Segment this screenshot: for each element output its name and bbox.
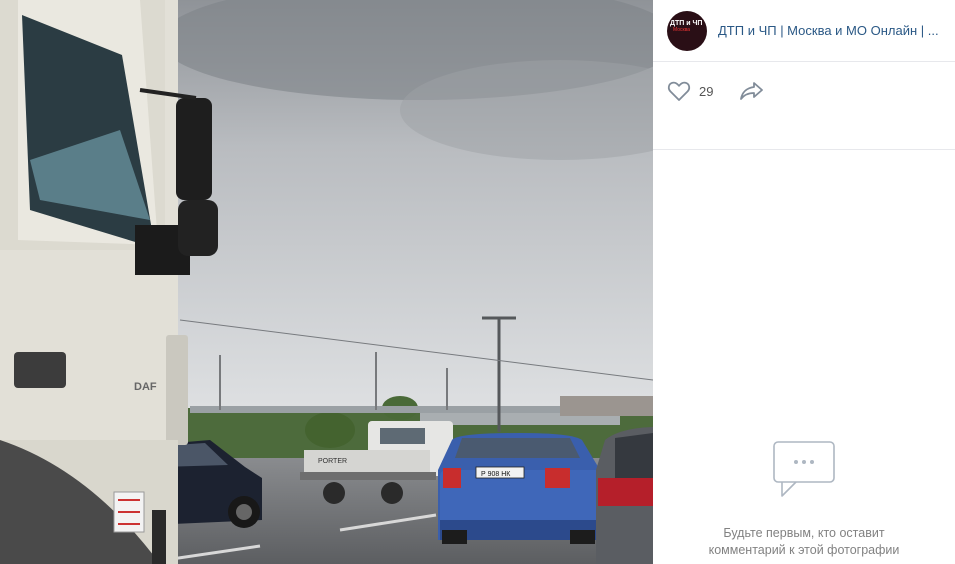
empty-comments-line2: комментарий к этой фотографии xyxy=(708,543,900,557)
empty-comments: Будьте первым, кто оставит комментарий к… xyxy=(653,440,955,559)
heart-icon xyxy=(667,81,691,101)
post-sidebar: ДТП и ЧП Москва ДТП и ЧП | Москва и МО О… xyxy=(653,0,955,564)
truck-brand: DAF xyxy=(134,381,157,393)
share-arrow-icon xyxy=(740,82,764,100)
group-avatar[interactable]: ДТП и ЧП Москва xyxy=(667,10,707,51)
buildings xyxy=(560,396,653,416)
like-button[interactable]: 29 xyxy=(667,80,713,102)
comments-bubble-icon xyxy=(773,441,835,497)
truck-mirror xyxy=(176,98,212,200)
photo-scene: PORTER Р 908 НК DAF xyxy=(0,0,653,564)
license-plate: Р 908 НК xyxy=(481,471,511,478)
empty-comments-line1: Будьте первым, кто оставит xyxy=(723,526,885,540)
blue-sedan: Р 908 НК xyxy=(438,433,602,544)
avatar-subtitle: Москва xyxy=(673,26,691,33)
avatar-title: ДТП и ЧП xyxy=(670,19,703,27)
post-actions: 29 xyxy=(653,62,955,150)
post-header: ДТП и ЧП Москва ДТП и ЧП | Москва и МО О… xyxy=(653,0,955,62)
like-count: 29 xyxy=(699,83,714,99)
overpass xyxy=(190,406,620,413)
dark-suv xyxy=(596,427,653,564)
van-label: PORTER xyxy=(318,458,347,465)
post-photo[interactable]: PORTER Р 908 НК DAF xyxy=(0,0,653,564)
group-name-link[interactable]: ДТП и ЧП | Москва и МО Онлайн | ... xyxy=(718,23,946,38)
share-button[interactable] xyxy=(739,80,765,102)
